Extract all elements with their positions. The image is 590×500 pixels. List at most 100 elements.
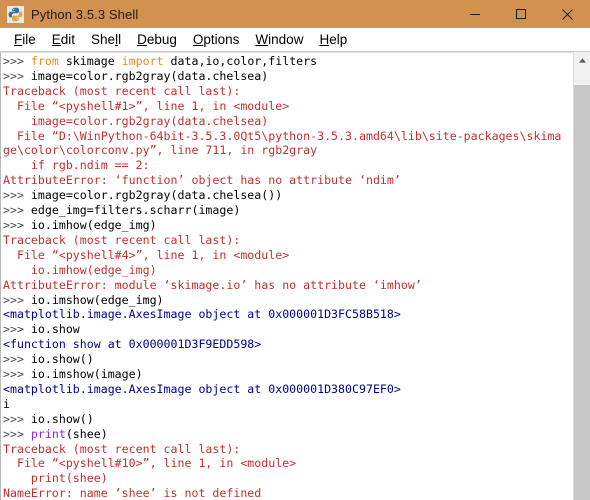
vertical-scrollbar[interactable]: [573, 52, 590, 500]
menu-item-window[interactable]: Window: [247, 32, 311, 47]
console-token-err: Traceback (most recent call last):: [3, 441, 241, 456]
console-line: File “<pyshell#4>”, line 1, in <module>: [3, 248, 573, 263]
scroll-up-button[interactable]: [574, 52, 590, 69]
console-token-plain: io.imshow(edge_img): [30, 292, 164, 307]
console-token-prompt: >>>: [3, 188, 31, 203]
menu-item-options[interactable]: Options: [185, 32, 248, 47]
menu-item-edit[interactable]: Edit: [44, 32, 83, 47]
console-token-prompt: >>>: [3, 322, 31, 337]
maximize-button[interactable]: [498, 0, 544, 28]
close-button[interactable]: [544, 0, 590, 28]
console-token-err: Traceback (most recent call last):: [3, 232, 241, 247]
menu-item-shell[interactable]: Shell: [83, 32, 129, 47]
console-token-plain: i: [3, 396, 10, 411]
console-token-err: File “<pyshell#4>”, line 1, in <module>: [3, 247, 290, 262]
minimize-icon: [470, 14, 480, 15]
console-line: Traceback (most recent call last):: [3, 442, 573, 457]
console-token-err: AttributeError: module ‘skimage.io’ has …: [3, 277, 422, 292]
console-token-prompt: >>>: [3, 367, 31, 382]
console-token-plain: image=color.rgb2gray(data.chelsea): [30, 68, 269, 83]
scrollbar-track[interactable]: [574, 69, 590, 500]
menu-item-debug[interactable]: Debug: [129, 32, 185, 47]
console-token-prompt: >>>: [3, 411, 31, 426]
console-line: >>> print(shee): [3, 427, 573, 442]
console-token-prompt: >>>: [3, 352, 31, 367]
window-controls: [452, 0, 590, 28]
console-line: >>> edge_img=filters.scharr(image): [3, 203, 573, 218]
console-line: io.imhow(edge_img): [3, 263, 573, 278]
console-token-err: NameError: name ‘shee’ is not defined: [3, 486, 262, 500]
console-line: >>> image=color.rgb2gray(data.chelsea()): [3, 188, 573, 203]
console-line: if rgb.ndim == 2:: [3, 158, 573, 173]
title-bar: Python 3.5.3 Shell: [0, 0, 590, 28]
console-token-err: AttributeError: ‘function’ object has no…: [3, 173, 401, 188]
console-token-err: Traceback (most recent call last):: [3, 83, 241, 98]
console-token-prompt: >>>: [3, 203, 31, 218]
console-line: AttributeError: ‘function’ object has no…: [3, 173, 573, 188]
menu-item-help[interactable]: Help: [311, 32, 355, 47]
shell-text-area[interactable]: >>> from skimage import data,io,color,fi…: [0, 52, 573, 500]
console-token-plain: data,io,color,filters: [163, 54, 318, 68]
console-line: >>> from skimage import data,io,color,fi…: [3, 54, 573, 69]
console-token-plain: (shee): [65, 426, 108, 441]
console-line: >>> image=color.rgb2gray(data.chelsea): [3, 69, 573, 84]
shell-content: >>> from skimage import data,io,color,fi…: [0, 52, 590, 500]
console-token-err: print(shee): [3, 471, 108, 486]
console-line: Traceback (most recent call last):: [3, 84, 573, 99]
console-token-prompt: >>>: [3, 426, 31, 441]
console-token-err: File “D:\WinPython-64bit-3.5.3.0Qt5\pyth…: [3, 128, 562, 143]
console-token-err: io.imhow(edge_img): [3, 262, 157, 277]
console-line: NameError: name ‘shee’ is not defined: [3, 486, 573, 500]
console-token-err: File “<pyshell#10>”, line 1, in <module>: [3, 456, 297, 471]
console-line: >>> io.imshow(edge_img): [3, 293, 573, 308]
close-icon: [561, 8, 573, 20]
console-token-kw: import: [121, 54, 164, 68]
console-token-plain: image=color.rgb2gray(data.chelsea()): [30, 188, 283, 203]
menu-bar: File Edit Shell Debug Options Window Help: [0, 28, 590, 52]
console-line: ge\color\colorconv.py”, line 711, in rgb…: [3, 143, 573, 158]
console-token-plain: io.imhow(edge_img): [30, 217, 157, 232]
console-token-out: <matplotlib.image.AxesImage object at 0x…: [3, 307, 401, 322]
console-token-plain: io.show(): [30, 352, 94, 367]
console-line: >>> io.show: [3, 322, 573, 337]
console-line: >>> io.imhow(edge_img): [3, 218, 573, 233]
menu-item-file[interactable]: File: [6, 32, 44, 47]
console-line: File “D:\WinPython-64bit-3.5.3.0Qt5\pyth…: [3, 129, 573, 144]
console-token-prompt: >>>: [3, 54, 31, 68]
console-line: <matplotlib.image.AxesImage object at 0x…: [3, 307, 573, 322]
console-token-prompt: >>>: [3, 68, 31, 83]
console-token-out: <function show at 0x000001D3F9EDD598>: [3, 337, 262, 352]
console-token-err: image=color.rgb2gray(data.chelsea): [3, 113, 269, 128]
scrollbar-thumb[interactable]: [574, 85, 590, 500]
console-token-plain: io.show: [30, 322, 80, 337]
console-token-builtin: print: [30, 426, 66, 441]
console-line: >>> io.show(): [3, 412, 573, 427]
console-line: AttributeError: module ‘skimage.io’ has …: [3, 278, 573, 293]
console-line: <matplotlib.image.AxesImage object at 0x…: [3, 382, 573, 397]
console-token-plain: skimage: [58, 54, 122, 68]
console-line: i: [3, 397, 573, 412]
minimize-button[interactable]: [452, 0, 498, 28]
console-line: print(shee): [3, 471, 573, 486]
console-line: File “<pyshell#1>”, line 1, in <module>: [3, 99, 573, 114]
chevron-up-icon: [578, 58, 586, 63]
console-line: >>> io.imshow(image): [3, 367, 573, 382]
console-output: >>> from skimage import data,io,color,fi…: [2, 54, 573, 500]
console-token-err: ge\color\colorconv.py”, line 711, in rgb…: [3, 143, 318, 158]
console-line: <function show at 0x000001D3F9EDD598>: [3, 337, 573, 352]
console-token-plain: io.show(): [30, 411, 94, 426]
console-token-err: File “<pyshell#1>”, line 1, in <module>: [3, 98, 290, 113]
console-token-prompt: >>>: [3, 217, 31, 232]
maximize-icon: [516, 9, 526, 19]
console-line: image=color.rgb2gray(data.chelsea): [3, 114, 573, 129]
console-token-kw: from: [30, 54, 59, 68]
idle-shell-window: Python 3.5.3 Shell File Edit Shell Debug Opt: [0, 0, 590, 500]
console-token-prompt: >>>: [3, 292, 31, 307]
console-token-plain: edge_img=filters.scharr(image): [30, 203, 241, 218]
window-title: Python 3.5.3 Shell: [31, 6, 139, 22]
console-token-plain: io.imshow(image): [30, 367, 143, 382]
console-token-out: <matplotlib.image.AxesImage object at 0x…: [3, 381, 401, 396]
console-line: >>> io.show(): [3, 352, 573, 367]
console-line: Traceback (most recent call last):: [3, 233, 573, 248]
console-line: File “<pyshell#10>”, line 1, in <module>: [3, 456, 573, 471]
